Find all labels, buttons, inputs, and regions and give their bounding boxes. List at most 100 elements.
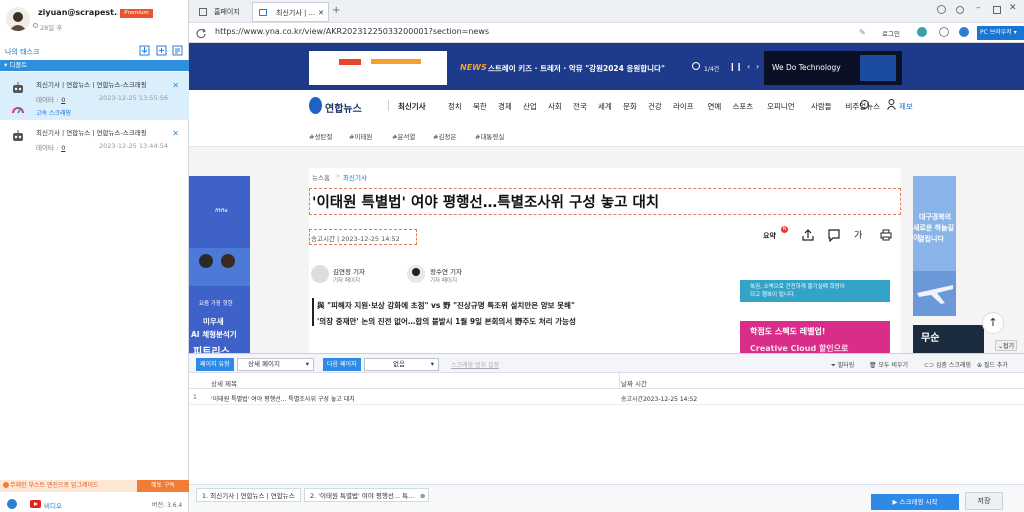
nav-item[interactable]: 전국 [573,101,587,112]
nav-item[interactable]: 산업 [523,101,537,112]
nav-item[interactable]: 제보 [899,101,913,112]
video-link[interactable]: 비디오 [44,500,62,510]
deep-scrape-button[interactable]: ⊂⊃ 심층 스크래핑 [924,360,971,369]
close-icon[interactable]: ✕ [172,129,179,138]
table-row[interactable]: 1 '이태원 특별법' 여야 평행선... 특별조사위 구성 놓고 대치 송고시… [189,389,1024,405]
breadcrumb-home[interactable]: 뉴스홈 [312,172,330,182]
close-icon[interactable]: ✕ [318,3,324,23]
task-item[interactable]: 최신기사 | 연합뉴스 | 연합뉴스-스크래핑 데이터 :0 2023-12-2… [0,120,189,168]
window-close-icon[interactable]: ✕ [1009,3,1017,13]
save-button[interactable]: 저장 [965,492,1003,510]
close-icon[interactable]: ⊗ [420,489,425,503]
nav-item[interactable]: 사회 [548,101,562,112]
import-icon[interactable] [139,45,150,56]
avatar[interactable] [6,7,30,31]
column-header[interactable]: 날짜 시간 [621,378,647,388]
filter-button[interactable]: ⏷ 필터링 [831,360,854,370]
edit-icon[interactable]: ✎ [859,28,866,37]
user-icon[interactable] [887,99,896,110]
cell-date[interactable]: 송고시간2023-12-25 14:52 [621,394,697,403]
youtube-icon[interactable] [30,500,41,508]
share-icon[interactable] [801,228,815,242]
yna-logo-icon[interactable] [309,97,322,114]
url-input[interactable]: https://www.yna.co.kr/view/AKR2023122503… [215,27,489,36]
summary-button[interactable]: 요약 [763,231,776,241]
yna-logo-text[interactable]: 연합뉴스 [325,100,362,115]
extension-icon[interactable] [917,27,927,37]
upgrade-banner[interactable]: 무제한 부스트 엔진으로 업그레이드 [0,480,137,492]
close-icon[interactable]: ✕ [172,81,179,90]
chevron-right-icon[interactable]: › [756,62,759,71]
tag-link[interactable]: #대통령실 [475,131,504,141]
nav-item[interactable]: 연예 [708,101,722,112]
reporter-name[interactable]: 김연정 기자 [333,266,365,276]
reporter-page-link[interactable]: 기자 페이지 [333,276,360,284]
reload-icon[interactable] [195,27,207,39]
reporter-name[interactable]: 정수연 기자 [430,266,462,276]
tag-link[interactable]: #윤석열 [392,131,415,141]
page-tab[interactable]: 1. 최신기사 | 연합뉴스 | 연합뉴스 [196,488,301,502]
ad-sk-image[interactable] [309,51,447,85]
headline[interactable]: '이태원 특별법' 여야 평행선…특별조사위 구성 놓고 대치 [312,191,659,212]
account-icon[interactable] [959,27,969,37]
nav-item[interactable]: 정치 [448,101,462,112]
add-task-icon[interactable] [172,45,183,56]
next-page-select[interactable]: 없음 ▾ [364,358,439,371]
nav-item[interactable]: 오피니언 [767,101,795,112]
clear-all-button[interactable]: 🗑 모두 비우기 [869,360,908,369]
ad-tech-banner[interactable]: We Do Technology [764,51,902,85]
right-ad[interactable]: 대구경북의 새로운 하늘길이 열립니다 [913,176,956,316]
tab-home[interactable]: 홈페이지 [191,2,251,22]
comment-icon[interactable] [827,228,841,242]
folder-default[interactable]: ▾ 디폴트 [0,60,189,71]
start-scraping-button[interactable]: ▶ 스크래핑 시작 [871,494,959,510]
user-icon[interactable] [937,5,946,14]
login-link[interactable]: 로그인 [882,28,900,38]
cell-title[interactable]: '이태원 특별법' 여야 평행선... 특별조사위 구성 놓고 대치 [211,394,355,403]
nav-item[interactable]: 스포츠 [733,101,754,112]
nav-item[interactable]: 건강 [648,101,662,112]
nav-item[interactable]: 사람들 [811,101,832,112]
pc-browser-button[interactable]: PC 브라우저 ▾ [977,26,1024,40]
banner-headline[interactable]: 스트레이 키즈 · 트레저 · 악뮤 "강원2024 응원합니다" [488,63,665,74]
right-ad-2[interactable]: 무순 [913,325,984,353]
subscribe-button[interactable]: 혜토 구독 [137,480,189,492]
nav-item[interactable]: 세계 [598,101,612,112]
scroll-top-button[interactable]: ↑ [982,312,1004,334]
column-divider[interactable] [619,373,620,389]
minimize-icon[interactable]: – [976,3,981,13]
nav-item[interactable]: 라이프 [673,101,694,112]
tag-link[interactable]: #성탄절 [309,131,332,141]
new-folder-icon[interactable] [156,45,167,56]
task-item[interactable]: 최신기사 | 연합뉴스 | 연합뉴스-스크래핑 데이터 :0 2023-12-2… [0,72,189,120]
chevron-left-icon[interactable]: ‹ [747,62,750,71]
page-type-select[interactable]: 상세 페이지 ▾ [237,358,314,371]
font-size-icon[interactable]: 가 [854,228,868,242]
column-header[interactable]: 상세 제목 [211,378,237,388]
breadcrumb-section[interactable]: 최신기사 [343,172,367,182]
left-ad[interactable]: fitfia 요즘 가장 핫한 미우새 AI 체형분석기 피트리스 [189,176,250,353]
maximize-icon[interactable] [993,6,1001,14]
adobe-ad[interactable]: 학점도 스펙도 레벨업! Creative Cloud 할인으로 [740,321,890,353]
tag-link[interactable]: #이태원 [349,131,372,141]
nav-item[interactable]: 최신기사 [398,101,426,112]
page-tab-active[interactable]: 2. '이태원 특별법' 여야 평행선... 특... ⊗ [304,488,430,503]
quote-bar [312,298,314,326]
pause-icon[interactable]: ❙❙ [729,62,742,71]
print-icon[interactable] [879,228,893,242]
lottery-ad[interactable]: 복권, 소액으로 건전하게 즐기실때 희망이되고 행복이 됩니다. [740,280,890,302]
gear-icon[interactable] [956,6,964,14]
new-tab-icon[interactable]: + [332,5,340,16]
tag-link[interactable]: #김정은 [433,131,456,141]
nav-item[interactable]: 북한 [473,101,487,112]
reporter-page-link[interactable]: 기자 페이지 [430,276,457,284]
add-field-button[interactable]: ⊕ 필드 추가 [977,360,1008,369]
history-icon[interactable] [939,27,949,37]
tab-article[interactable]: 최신기사 | ... ✕ [252,2,329,22]
search-icon[interactable] [860,100,869,109]
skype-icon[interactable] [7,499,17,509]
fold-button[interactable]: ⌄접기 [995,340,1018,351]
nav-item[interactable]: 경제 [498,101,512,112]
nav-item[interactable]: 문화 [623,101,637,112]
scrape-range-link[interactable]: 스크래핑 범위 설정 [451,360,499,369]
